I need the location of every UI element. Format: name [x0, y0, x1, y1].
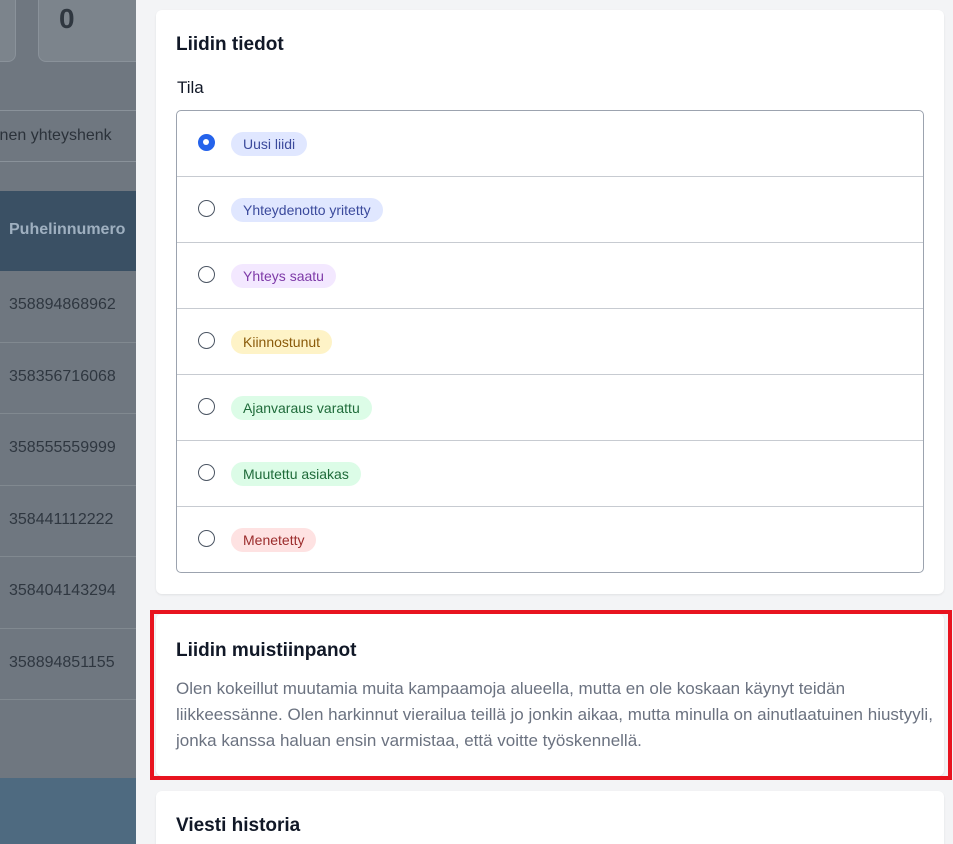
phone-number-cell: 358894851155 — [9, 653, 115, 671]
table-row: 358894851155 — [0, 629, 136, 700]
status-option-uusi-liidi[interactable]: Uusi liidi — [177, 111, 923, 177]
status-radio[interactable] — [198, 464, 215, 481]
status-option-yhteys-saatu[interactable]: Yhteys saatu — [177, 243, 923, 309]
status-radio[interactable] — [198, 332, 215, 349]
status-radio[interactable] — [198, 398, 215, 415]
table-row: 358404143294 — [0, 557, 136, 629]
status-field-label: Tila — [177, 78, 204, 97]
status-badge: Menetetty — [231, 528, 317, 552]
message-history-title: Viesti historia — [176, 815, 301, 836]
status-badge: Uusi liidi — [231, 132, 308, 156]
lead-details-title: Liidin tiedot — [176, 34, 284, 55]
background-page: 0 inen yhteyshenk Puhelinnumero 35889486… — [0, 0, 136, 844]
table-row: 358894868962 — [0, 271, 136, 343]
status-badge: Ajanvaraus varattu — [231, 396, 372, 420]
status-option-ajanvaraus-varattu[interactable]: Ajanvaraus varattu — [177, 375, 923, 441]
table-row: 358356716068 — [0, 343, 136, 414]
phone-number-cell: 358356716068 — [9, 367, 116, 385]
message-history-card: Viesti historia — [156, 791, 944, 844]
lead-details-card: Liidin tiedot Tila Uusi liidi Yhteydenott… — [156, 10, 944, 594]
search-placeholder: inen yhteyshenk — [0, 127, 112, 144]
status-badge: Muutettu asiakas — [231, 462, 361, 486]
status-radio[interactable] — [198, 200, 215, 217]
status-radio-group: Uusi liidi Yhteydenotto yritetty Yhteys sa… — [176, 110, 924, 573]
status-option-muutettu-asiakas[interactable]: Muutettu asiakas — [177, 441, 923, 507]
phone-number-cell: 358441112222 — [9, 510, 114, 528]
lead-notes-text: Olen kokeillut muutamia muita kampaamoja… — [176, 679, 933, 750]
table-header: Puhelinnumero — [0, 191, 136, 271]
status-badge: Yhteys saatu — [231, 264, 336, 288]
stat-card — [0, 0, 16, 62]
stat-card: 0 — [38, 0, 136, 62]
phone-number-cell: 358404143294 — [9, 582, 116, 599]
stat-value: 0 — [59, 3, 75, 34]
contact-search-input: inen yhteyshenk — [0, 110, 136, 162]
status-radio[interactable] — [198, 266, 215, 283]
lead-notes-title: Liidin muistiinpanot — [176, 640, 357, 661]
table-body: 358894868962 358356716068 358555559999 3584… — [0, 271, 136, 700]
table-row: 358555559999 — [0, 414, 136, 486]
background-footer — [0, 778, 136, 844]
status-option-yhteydenotto-yritetty[interactable]: Yhteydenotto yritetty — [177, 177, 923, 243]
status-option-menetetty[interactable]: Menetetty — [177, 507, 923, 572]
status-badge: Kiinnostunut — [231, 330, 333, 354]
lead-notes-card: Liidin muistiinpanot Olen kokeillut muut… — [156, 614, 944, 776]
table-row: 358441112222 — [0, 486, 136, 557]
status-option-kiinnostunut[interactable]: Kiinnostunut — [177, 309, 923, 375]
status-radio[interactable] — [198, 134, 215, 151]
column-header-phone: Puhelinnumero — [9, 221, 126, 238]
status-radio[interactable] — [198, 530, 215, 547]
phone-number-cell: 358555559999 — [9, 439, 116, 456]
lead-side-panel: Liidin tiedot Tila Uusi liidi Yhteydenott… — [136, 0, 953, 844]
phone-number-cell: 358894868962 — [9, 296, 116, 313]
status-badge: Yhteydenotto yritetty — [231, 198, 383, 222]
